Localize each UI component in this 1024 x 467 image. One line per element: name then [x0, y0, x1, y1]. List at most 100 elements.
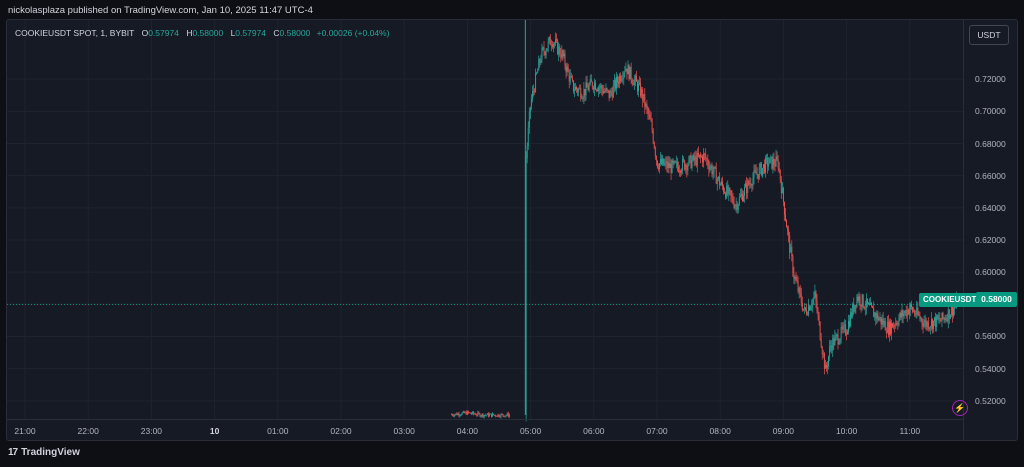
candle-body	[734, 205, 736, 208]
candle-body	[469, 412, 470, 414]
candle-body	[887, 321, 889, 336]
candle-body	[723, 186, 724, 192]
candle-body	[748, 180, 750, 185]
candle-body	[590, 79, 592, 83]
candle-body	[555, 39, 556, 44]
candle-body	[656, 160, 658, 168]
candle-body	[902, 310, 904, 317]
candle-body	[647, 108, 649, 114]
candle-body	[711, 165, 713, 175]
candle-body	[821, 347, 823, 354]
candle-body	[913, 311, 915, 312]
candle-body	[925, 320, 927, 327]
candle-body	[737, 204, 739, 210]
candle-body	[945, 318, 947, 320]
candle-body	[572, 80, 574, 92]
candle-body	[797, 282, 799, 292]
candle-body	[882, 319, 884, 325]
currency-button[interactable]: USDT	[969, 25, 1009, 45]
tradingview-logo-icon: 17	[8, 447, 18, 458]
legend-change: +0.00026 (+0.04%)	[316, 28, 390, 38]
candle-body	[885, 330, 887, 333]
candle-body	[839, 339, 841, 343]
candle-body	[543, 47, 545, 52]
candle-body	[653, 142, 655, 149]
candle-body	[766, 157, 768, 159]
candle-body	[889, 321, 890, 336]
time-tick-label: 02:00	[330, 426, 352, 436]
candle-body	[706, 158, 708, 160]
candle-body	[778, 168, 780, 170]
candle-body	[592, 87, 594, 90]
candle-body	[534, 90, 535, 92]
lightning-icon[interactable]: ⚡	[952, 400, 968, 416]
candle-body	[532, 91, 533, 99]
candle-body	[679, 170, 680, 172]
candle-body	[547, 40, 549, 49]
candle-body	[507, 413, 509, 417]
footer-brand: 17 TradingView	[8, 447, 80, 458]
candle-body	[746, 183, 748, 194]
candle-body	[581, 98, 583, 99]
candle-body	[733, 202, 735, 208]
candle-body	[844, 324, 846, 335]
candle-body	[546, 48, 548, 52]
time-tick-label: 08:00	[709, 426, 731, 436]
candle-body	[689, 155, 691, 158]
candle-body	[675, 161, 677, 163]
candle-body	[703, 153, 705, 163]
candle-body	[664, 163, 666, 166]
candle-body	[858, 296, 860, 301]
candle-body	[579, 88, 581, 89]
candle-body	[497, 414, 499, 417]
candle-body	[645, 103, 647, 107]
candle-body	[917, 307, 919, 315]
candle-body	[707, 159, 709, 166]
candle-body	[616, 76, 617, 89]
candle-body	[578, 88, 580, 93]
candle-body	[495, 415, 497, 417]
candle-body	[857, 296, 859, 301]
candle-body	[807, 313, 808, 315]
price-chart[interactable]	[7, 20, 1018, 441]
candle-body	[465, 412, 467, 415]
candle-body	[890, 321, 891, 334]
candle-body	[691, 160, 693, 169]
candle-body	[749, 183, 751, 185]
candle-body	[874, 313, 876, 318]
candle-body	[631, 79, 633, 83]
candle-body	[696, 153, 698, 166]
candle-body	[845, 334, 847, 336]
candle-body	[800, 293, 802, 304]
candle-body	[471, 413, 472, 415]
candle-body	[903, 313, 905, 317]
candle-body	[811, 305, 813, 308]
candle-body	[722, 181, 723, 187]
candle-body	[893, 325, 895, 328]
candle-body	[467, 411, 469, 413]
candle-body	[660, 158, 661, 164]
candle-body	[535, 73, 537, 92]
candle-body	[761, 167, 763, 176]
candle-body	[754, 170, 756, 172]
candle-body	[668, 162, 670, 168]
candle-body	[633, 79, 635, 85]
candle-body	[638, 83, 639, 92]
candle-body	[822, 353, 824, 355]
candle-body	[926, 321, 928, 327]
candle-body	[935, 317, 937, 328]
candle-body	[742, 193, 743, 201]
candle-body	[686, 165, 688, 171]
candle-body	[914, 311, 916, 315]
candle-body	[781, 187, 783, 194]
candle-body	[665, 161, 667, 164]
candle-body	[802, 308, 804, 311]
candle-body	[456, 413, 458, 415]
candle-body	[563, 53, 565, 56]
candle-body	[557, 40, 559, 55]
candle-body	[828, 356, 829, 367]
candle-body	[601, 85, 603, 90]
price-tick-label: 0.62000	[975, 235, 1006, 245]
candle-body	[558, 46, 560, 55]
candle-body	[568, 71, 570, 82]
